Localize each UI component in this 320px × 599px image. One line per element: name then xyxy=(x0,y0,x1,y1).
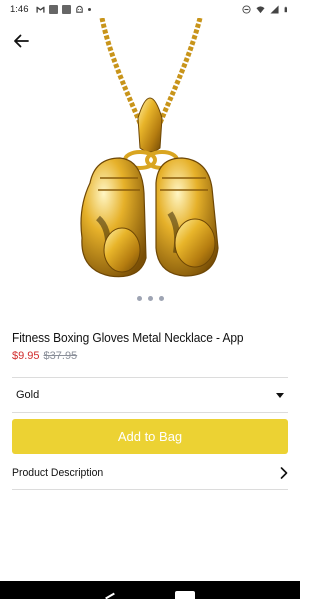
boxing-gloves-necklace-image[interactable] xyxy=(50,18,250,290)
variant-dropdown[interactable]: Gold xyxy=(12,380,288,410)
do-not-disturb-icon xyxy=(242,4,251,14)
status-time: 1:46 xyxy=(10,3,29,15)
product-description-label: Product Description xyxy=(12,467,104,479)
status-right xyxy=(242,4,290,14)
product-description-row[interactable]: Product Description xyxy=(12,458,288,488)
system-home-icon[interactable] xyxy=(175,591,195,599)
more-notifications-icon xyxy=(87,7,91,11)
divider xyxy=(12,412,288,413)
divider xyxy=(12,489,288,490)
carousel-dot[interactable] xyxy=(158,296,164,301)
chevron-right-icon xyxy=(280,467,288,479)
carousel-dot[interactable] xyxy=(136,296,142,301)
price-row: $9.95 $37.95 xyxy=(12,350,77,362)
signal-icon xyxy=(270,4,279,14)
status-left: 1:46 xyxy=(10,4,91,15)
notification-app-icon xyxy=(61,4,71,14)
battery-icon xyxy=(284,6,287,12)
arrow-back-icon xyxy=(14,34,29,48)
dropdown-caret-icon xyxy=(276,392,284,398)
wifi-icon xyxy=(256,5,265,13)
divider xyxy=(12,377,288,378)
product-title: Fitness Boxing Gloves Metal Necklace - A… xyxy=(12,330,244,345)
gmail-icon xyxy=(35,6,45,13)
original-price: $37.95 xyxy=(43,350,78,362)
system-navigation-bar xyxy=(0,581,300,599)
system-back-icon[interactable] xyxy=(105,592,115,599)
image-carousel-indicator xyxy=(0,296,300,301)
notification-app-icon xyxy=(48,4,58,14)
status-bar: 1:46 xyxy=(0,0,300,18)
current-price: $9.95 xyxy=(12,350,40,362)
variant-selected-value: Gold xyxy=(16,389,40,401)
back-button[interactable] xyxy=(10,30,32,52)
android-debug-icon xyxy=(75,5,83,13)
carousel-dot[interactable] xyxy=(147,296,153,301)
add-to-bag-button[interactable]: Add to Bag xyxy=(12,419,288,454)
